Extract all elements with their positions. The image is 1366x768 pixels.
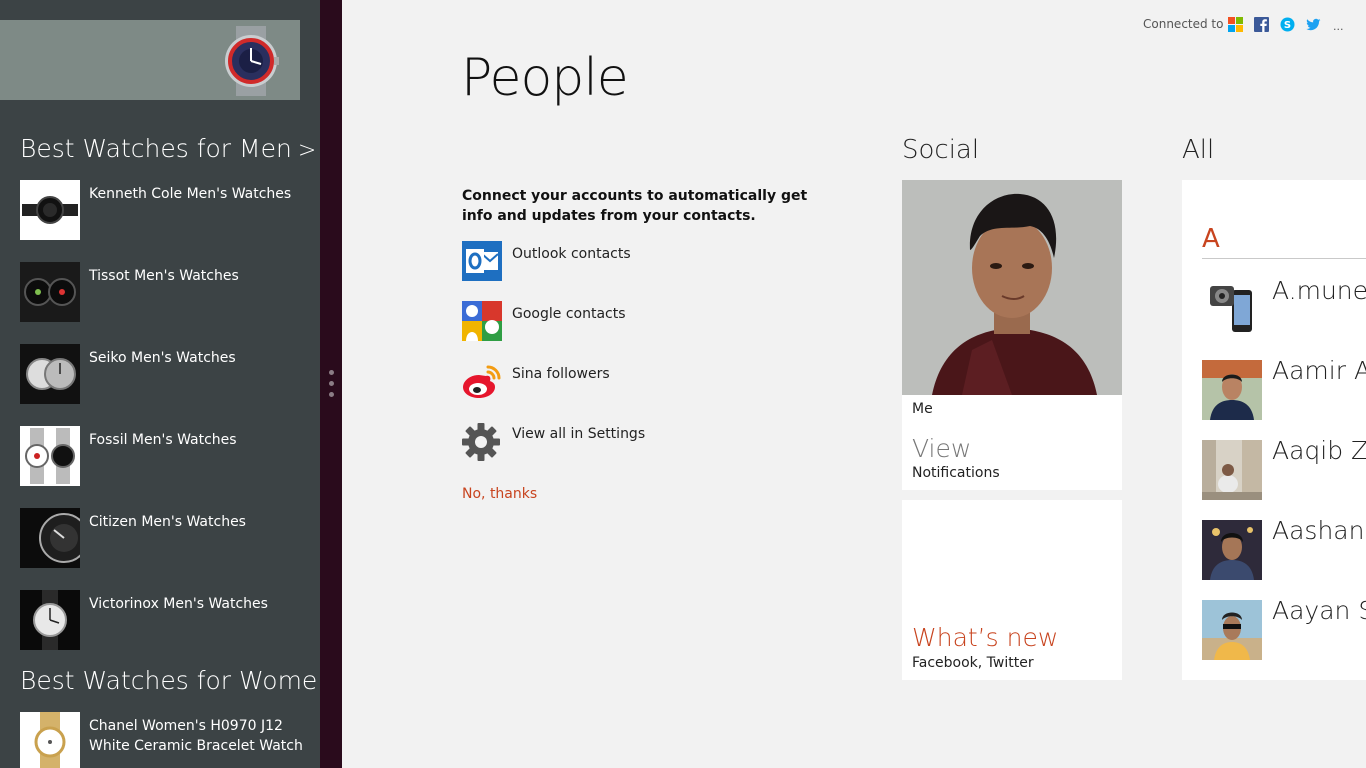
page-title: People <box>461 48 629 108</box>
watch-thumbnail <box>20 426 80 486</box>
group-divider <box>1202 258 1366 259</box>
list-item-label: Victorinox Men's Watches <box>89 596 268 612</box>
notifications-label: Notifications <box>912 465 1000 481</box>
gear-icon <box>462 423 500 461</box>
me-tile[interactable]: Me View Notifications <box>902 180 1122 490</box>
contact-name: A.munee <box>1272 276 1366 305</box>
account-label: View all in Settings <box>512 426 646 442</box>
contact-name: Aamir As <box>1272 356 1366 385</box>
all-heading: All <box>1182 135 1215 165</box>
view-label: View <box>912 434 972 463</box>
contact-avatar <box>1202 360 1262 420</box>
alpha-group-header[interactable]: A <box>1202 224 1220 254</box>
contact-name: Aashan I <box>1272 516 1366 545</box>
list-item-label: Seiko Men's Watches <box>89 350 236 366</box>
app-banner[interactable] <box>0 20 300 100</box>
connect-accounts-text: Connect your accounts to automatically g… <box>462 188 808 224</box>
splitter-grip-dot <box>329 381 334 386</box>
svg-text:S: S <box>1284 20 1291 31</box>
contact-item[interactable]: Aaqib Za <box>1202 436 1366 500</box>
list-item-tissot[interactable]: Tissot Men's Watches <box>20 262 310 322</box>
contact-item[interactable]: Aayan Sa <box>1202 596 1366 660</box>
watch-thumbnail <box>20 508 80 568</box>
all-contacts-panel: A A.munee Aamir As <box>1182 180 1366 680</box>
splitter-grip-dot <box>329 370 334 375</box>
sina-weibo-icon <box>463 365 501 398</box>
contact-avatar <box>1202 600 1262 660</box>
section-title: Best Watches for Men <box>20 134 292 163</box>
contact-item[interactable]: Aamir As <box>1202 356 1366 420</box>
twitter-icon[interactable] <box>1306 17 1321 32</box>
whats-new-title: What’s new <box>912 623 1059 652</box>
no-thanks-link[interactable]: No, thanks <box>462 486 537 502</box>
list-item-seiko[interactable]: Seiko Men's Watches <box>20 344 310 404</box>
watch-thumbnail <box>20 344 80 404</box>
connected-to-label: Connected to <box>1143 17 1224 31</box>
me-label: Me <box>912 401 933 417</box>
list-item-victorinox[interactable]: Victorinox Men's Watches <box>20 590 310 650</box>
watch-thumbnail <box>20 712 80 768</box>
watch-thumbnail <box>20 262 80 322</box>
snap-splitter[interactable] <box>320 0 342 768</box>
account-label: Google contacts <box>512 306 626 322</box>
account-label: Sina followers <box>512 366 610 382</box>
sina-followers-link[interactable]: Sina followers <box>462 361 762 401</box>
watch-thumbnail <box>20 590 80 650</box>
contact-item[interactable]: A.munee <box>1202 276 1366 340</box>
contact-avatar <box>1202 280 1262 340</box>
list-item-kenneth-cole[interactable]: Kenneth Cole Men's Watches <box>20 180 310 240</box>
google-icon <box>462 301 502 341</box>
list-item-citizen[interactable]: Citizen Men's Watches <box>20 508 310 568</box>
account-label: Outlook contacts <box>512 246 631 262</box>
contact-avatar <box>1202 520 1262 580</box>
watch-banner-icon <box>225 26 279 96</box>
splitter-grip-dot <box>329 392 334 397</box>
section-header-men[interactable]: Best Watches for Men > <box>20 134 316 163</box>
list-item-label: Citizen Men's Watches <box>89 514 246 530</box>
skype-icon[interactable]: S <box>1280 17 1295 32</box>
list-item-label: Tissot Men's Watches <box>89 268 239 284</box>
section-title: Best Watches for Women <box>20 666 320 695</box>
contact-avatar <box>1202 440 1262 500</box>
outlook-icon <box>462 241 502 281</box>
more-networks-button[interactable]: ... <box>1333 20 1344 33</box>
social-heading: Social <box>902 135 980 165</box>
list-item-chanel[interactable]: Chanel Women's H0970 J12 White Ceramic B… <box>20 712 310 768</box>
microsoft-icon[interactable] <box>1228 17 1243 32</box>
contact-name: Aayan Sa <box>1272 596 1366 625</box>
profile-photo <box>902 180 1122 395</box>
whats-new-tile[interactable]: What’s new Facebook, Twitter <box>902 500 1122 680</box>
list-item-label: Kenneth Cole Men's Watches <box>89 186 292 202</box>
facebook-icon[interactable] <box>1254 17 1269 32</box>
view-all-settings-link[interactable]: View all in Settings <box>462 421 762 461</box>
snapped-app-panel: Best Watches for Men > Kenneth Cole Men's… <box>0 0 320 768</box>
google-contacts-link[interactable]: Google contacts <box>462 301 762 341</box>
list-item-label: Fossil Men's Watches <box>89 432 237 448</box>
chevron-right-icon: > <box>297 138 317 163</box>
list-item-label: Chanel Women's H0970 J12 White Ceramic B… <box>89 718 303 754</box>
section-header-women[interactable]: Best Watches for Women> <box>20 666 320 695</box>
whats-new-subtitle: Facebook, Twitter <box>912 655 1034 671</box>
list-item-fossil[interactable]: Fossil Men's Watches <box>20 426 310 486</box>
contact-name: Aaqib Za <box>1272 436 1366 465</box>
contact-item[interactable]: Aashan I <box>1202 516 1366 580</box>
outlook-contacts-link[interactable]: Outlook contacts <box>462 241 762 281</box>
watch-thumbnail <box>20 180 80 240</box>
